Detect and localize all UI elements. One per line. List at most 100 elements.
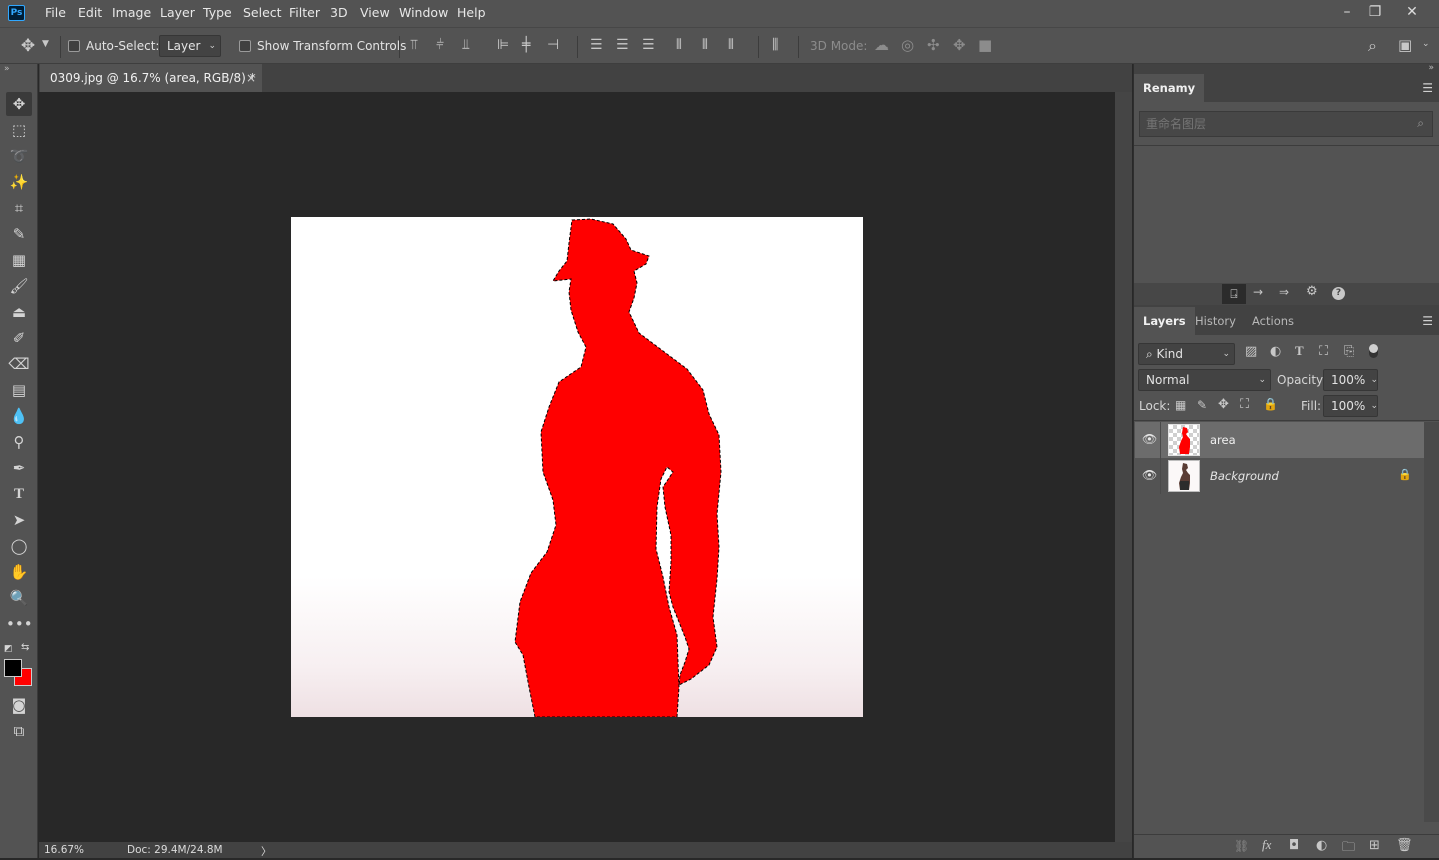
clone-stamp-icon[interactable]: ⏏ xyxy=(6,300,32,324)
layer-name[interactable]: area xyxy=(1210,433,1236,447)
align-right-edges-icon[interactable]: ⊣ xyxy=(547,37,559,53)
gear-icon[interactable]: ⚙ xyxy=(1306,284,1318,299)
align-bottom-edges-icon[interactable]: ⫫ xyxy=(462,37,470,53)
type-tool-icon[interactable]: T xyxy=(6,482,32,506)
align-left-edges-icon[interactable]: ⊫ xyxy=(497,37,509,53)
close-window-button[interactable]: ✕ xyxy=(1397,2,1427,22)
align-horizontal-centers-icon[interactable]: ╪ xyxy=(522,37,530,53)
filter-toggle[interactable] xyxy=(1369,344,1378,358)
trash-icon[interactable]: 🗑 xyxy=(1396,838,1413,853)
tab-history[interactable]: History xyxy=(1186,307,1245,335)
auto-align-layers-icon[interactable]: ⫼ xyxy=(772,37,778,53)
vertical-scrollbar[interactable] xyxy=(1115,92,1132,842)
lock-transparent-pixels-icon[interactable]: ▦ xyxy=(1175,398,1186,412)
double-arrow-right-icon[interactable]: ⇒ xyxy=(1279,285,1289,299)
filter-shape-icon[interactable]: ⛶ xyxy=(1319,344,1328,359)
menu-file[interactable]: File xyxy=(45,5,66,20)
lock-image-pixels-icon[interactable]: ✎ xyxy=(1197,398,1207,412)
blur-icon[interactable]: 💧 xyxy=(6,404,32,428)
search-icon[interactable]: ⌕ xyxy=(1417,116,1424,131)
lock-all-icon[interactable]: 🔒 xyxy=(1263,397,1278,411)
zoom-icon[interactable]: 🔍 xyxy=(6,586,32,610)
link-layers-icon[interactable]: ⛓ xyxy=(1234,839,1249,853)
minimize-button[interactable]: – xyxy=(1332,2,1362,22)
show-transform-controls-checkbox[interactable] xyxy=(239,40,251,52)
distribute-left-icon[interactable]: ⫴ xyxy=(676,37,682,53)
distribute-bottom-icon[interactable]: ☰ xyxy=(642,37,655,53)
menu-view[interactable]: View xyxy=(360,5,390,20)
arrow-right-icon[interactable]: → xyxy=(1253,285,1263,299)
brush-icon[interactable]: 🖌 xyxy=(6,274,32,298)
menu-edit[interactable]: Edit xyxy=(78,5,102,20)
screen-mode-icon[interactable]: ⧉ xyxy=(6,719,32,743)
filter-adjustment-icon[interactable]: ◐ xyxy=(1270,344,1281,359)
filter-pixel-icon[interactable]: ▨ xyxy=(1245,344,1257,359)
zoom-level[interactable]: 16.67% xyxy=(44,844,84,856)
collapse-icon[interactable]: » xyxy=(1428,63,1434,73)
quick-mask-icon[interactable]: ◙ xyxy=(6,693,32,717)
3d-orbit-icon[interactable]: ☁ xyxy=(874,36,889,54)
collapse-icon[interactable]: » xyxy=(4,64,10,74)
menu-image[interactable]: Image xyxy=(112,5,151,20)
blend-mode-dropdown[interactable]: Normal ⌄ xyxy=(1138,369,1271,391)
layer-row-area[interactable]: 👁 area xyxy=(1135,422,1424,458)
panel-menu-icon[interactable]: ☰ xyxy=(1422,81,1433,95)
search-icon[interactable]: ⌕ xyxy=(1368,36,1377,56)
distribute-horizontal-centers-icon[interactable]: ⫴ xyxy=(702,37,708,53)
history-brush-icon[interactable]: ✐ xyxy=(6,326,32,350)
distribute-top-icon[interactable]: ☰ xyxy=(590,37,603,53)
menu-select[interactable]: Select xyxy=(243,5,282,20)
layers-scrollbar[interactable] xyxy=(1424,422,1439,822)
layer-filter-dropdown[interactable]: ⌕ Kind ⌄ xyxy=(1138,343,1235,365)
opacity-field[interactable]: 100% ⌄ xyxy=(1323,369,1378,391)
new-layer-icon[interactable]: ⊞ xyxy=(1369,838,1380,853)
menu-3d[interactable]: 3D xyxy=(330,5,348,20)
chevron-down-icon[interactable]: ⌄ xyxy=(1422,39,1430,49)
menu-window[interactable]: Window xyxy=(399,5,448,20)
lock-position-icon[interactable]: ✥ xyxy=(1218,397,1229,412)
default-colors-icon[interactable]: ◩ xyxy=(4,644,13,654)
dodge-icon[interactable]: ⚲ xyxy=(6,430,32,454)
layer-name[interactable]: Background xyxy=(1210,469,1279,483)
more-tools-icon[interactable]: ••• xyxy=(6,612,33,636)
workspace-icon[interactable]: ▣ xyxy=(1398,36,1412,54)
swap-colors-icon[interactable]: ⇆ xyxy=(21,642,29,653)
restore-button[interactable]: ❐ xyxy=(1360,2,1390,22)
distribute-right-icon[interactable]: ⫴ xyxy=(728,37,734,53)
adjustment-layer-icon[interactable]: ◐ xyxy=(1316,838,1327,853)
document-tab[interactable]: 0309.jpg @ 16.7% (area, RGB/8) * × xyxy=(40,64,262,92)
help-icon[interactable]: ? xyxy=(1332,287,1345,300)
rename-icon[interactable]: ⍈ xyxy=(1222,284,1246,304)
menu-filter[interactable]: Filter xyxy=(289,5,320,20)
3d-pan-icon[interactable]: ✣ xyxy=(927,36,940,54)
renamy-search-input[interactable] xyxy=(1140,112,1400,136)
hand-icon[interactable]: ✋ xyxy=(6,560,32,584)
add-mask-icon[interactable]: ◘ xyxy=(1289,838,1299,853)
filter-smart-object-icon[interactable]: ⎘ xyxy=(1344,344,1354,359)
rectangular-marquee-icon[interactable]: ⬚ xyxy=(6,118,32,142)
tab-renamy[interactable]: Renamy xyxy=(1134,74,1205,102)
menu-help[interactable]: Help xyxy=(457,5,486,20)
close-tab-icon[interactable]: × xyxy=(246,64,256,92)
lasso-icon[interactable]: ➰ xyxy=(6,144,32,168)
chevron-down-icon[interactable]: ▼ xyxy=(42,39,49,49)
eye-icon[interactable]: 👁 xyxy=(1142,432,1157,446)
new-group-icon[interactable]: 🗀 xyxy=(1342,838,1355,860)
filter-type-icon[interactable]: T xyxy=(1295,343,1304,359)
pen-icon[interactable]: ✒ xyxy=(6,456,32,480)
distribute-vertical-centers-icon[interactable]: ☰ xyxy=(616,37,629,53)
path-selection-icon[interactable]: ➤ xyxy=(6,508,32,532)
move-tool-icon[interactable]: ✥ xyxy=(6,92,32,116)
eyedropper-icon[interactable]: ✎ xyxy=(6,222,32,246)
panel-menu-icon[interactable]: ☰ xyxy=(1422,314,1433,328)
ellipse-icon[interactable]: ◯ xyxy=(6,534,32,558)
tab-actions[interactable]: Actions xyxy=(1243,307,1303,335)
menu-layer[interactable]: Layer xyxy=(160,5,195,20)
magic-wand-icon[interactable]: ✨ xyxy=(6,170,32,194)
auto-select-target-dropdown[interactable]: Layer ⌄ xyxy=(159,35,221,57)
menu-type[interactable]: Type xyxy=(203,5,232,20)
crop-icon[interactable]: ⌗ xyxy=(6,196,32,220)
auto-select-checkbox[interactable] xyxy=(68,40,80,52)
align-top-edges-icon[interactable]: ⫪ xyxy=(410,37,418,53)
move-tool-icon[interactable]: ✥ xyxy=(18,36,38,56)
